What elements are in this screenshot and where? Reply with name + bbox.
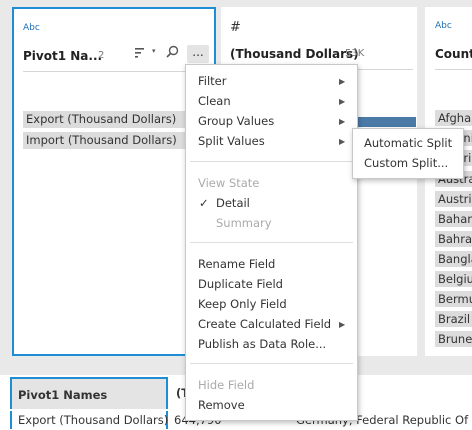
list-item[interactable]: Belgiu xyxy=(435,271,472,287)
submenu-arrow-icon: ▶ xyxy=(339,97,346,106)
menu-item-automatic-split[interactable]: Automatic Split xyxy=(364,136,452,150)
country-card[interactable]: Abc Countr Afghan Albanii Algeria Austra… xyxy=(425,7,472,356)
menu-item-rename-field[interactable]: Rename Field xyxy=(198,257,275,271)
list-item[interactable]: Bermu xyxy=(435,291,472,307)
field-name[interactable]: (Thousand Dollars) xyxy=(230,47,359,61)
list-item[interactable]: Brune xyxy=(435,331,472,347)
more-options-button[interactable]: ... xyxy=(187,45,209,63)
menu-item-hide-field[interactable]: Hide Field xyxy=(198,378,254,392)
number-type-icon: # xyxy=(230,20,241,35)
field-context-menu: Filter ▶ Clean ▶ Group Values ▶ Split Va… xyxy=(185,64,358,421)
menu-divider xyxy=(190,363,353,364)
submenu-arrow-icon: ▶ xyxy=(339,320,346,329)
menu-item-filter[interactable]: Filter xyxy=(198,74,226,88)
list-item[interactable]: Brazil xyxy=(435,311,472,327)
field-name[interactable]: Pivot1 Na... xyxy=(23,49,102,63)
menu-section-view-state: View State xyxy=(198,176,260,190)
search-icon[interactable] xyxy=(166,45,179,61)
menu-item-keep-only-field[interactable]: Keep Only Field xyxy=(198,297,287,311)
grid-header-pivot1-names[interactable]: Pivot1 Names xyxy=(10,377,168,409)
histogram-bar[interactable] xyxy=(352,117,416,127)
menu-item-summary[interactable]: Summary xyxy=(216,216,272,230)
submenu-arrow-icon: ▶ xyxy=(339,137,346,146)
menu-item-duplicate-field[interactable]: Duplicate Field xyxy=(198,277,283,291)
menu-item-create-calculated-field[interactable]: Create Calculated Field xyxy=(198,317,331,331)
menu-divider xyxy=(190,242,353,243)
submenu-arrow-icon: ▶ xyxy=(339,117,346,126)
list-item[interactable]: Austria xyxy=(435,191,472,207)
list-item[interactable]: Bangla xyxy=(435,251,472,267)
list-item[interactable]: Afghan xyxy=(435,110,472,126)
split-values-submenu: Automatic Split Custom Split... xyxy=(352,128,464,179)
checkmark-icon: ✓ xyxy=(199,196,209,210)
list-item[interactable]: Bahra xyxy=(435,231,472,247)
string-type-icon: Abc xyxy=(23,23,40,33)
menu-divider xyxy=(190,161,353,162)
header-divider xyxy=(435,69,472,70)
field-count: 53K xyxy=(345,48,365,59)
menu-item-group-values[interactable]: Group Values xyxy=(198,114,274,128)
value-row-export[interactable]: Export (Thousand Dollars) xyxy=(23,111,185,128)
field-count: 2 xyxy=(98,50,105,61)
menu-item-custom-split[interactable]: Custom Split... xyxy=(364,156,448,170)
menu-item-remove[interactable]: Remove xyxy=(198,398,245,412)
field-name[interactable]: Countr xyxy=(435,47,472,61)
menu-item-split-values[interactable]: Split Values xyxy=(198,134,265,148)
sort-icon[interactable] xyxy=(135,47,147,61)
submenu-arrow-icon: ▶ xyxy=(339,77,346,86)
menu-item-detail[interactable]: Detail xyxy=(216,196,250,210)
string-type-icon: Abc xyxy=(435,21,452,31)
header-divider xyxy=(23,71,208,72)
menu-item-publish-as-data-role[interactable]: Publish as Data Role... xyxy=(198,337,326,351)
list-item[interactable]: Bahan xyxy=(435,211,472,227)
grid-cell[interactable]: Export (Thousand Dollars) xyxy=(10,411,168,429)
sort-dropdown-icon[interactable]: ▾ xyxy=(152,47,156,55)
menu-item-clean[interactable]: Clean xyxy=(198,94,231,108)
value-row-import[interactable]: Import (Thousand Dollars) xyxy=(23,132,185,149)
